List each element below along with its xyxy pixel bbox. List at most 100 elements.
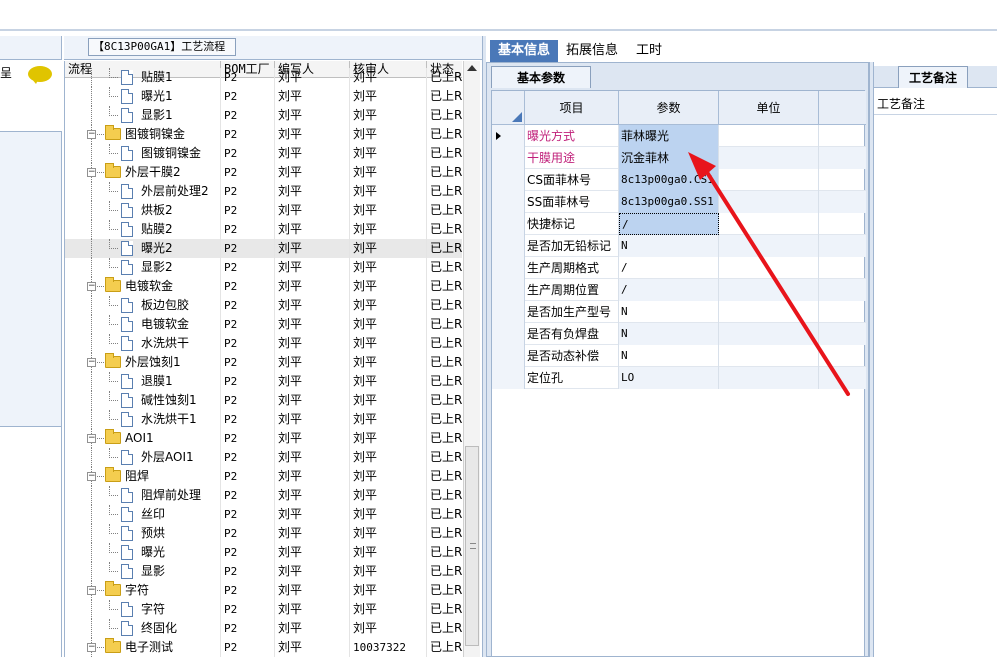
- tab-work-hours[interactable]: 工时: [628, 40, 670, 62]
- param-value-cell[interactable]: N: [619, 301, 719, 323]
- param-row[interactable]: 生产周期位置 /: [492, 279, 866, 301]
- tree-item-row[interactable]: 贴膜2 P2 刘平 刘平 已上R: [65, 220, 462, 239]
- collapse-icon[interactable]: −: [87, 130, 96, 139]
- tree-item-row[interactable]: 板边包胶 P2 刘平 刘平 已上R: [65, 296, 462, 315]
- param-unit-cell[interactable]: [719, 147, 819, 169]
- tree-item-row[interactable]: 烘板2 P2 刘平 刘平 已上R: [65, 201, 462, 220]
- collapse-icon[interactable]: −: [87, 168, 96, 177]
- comment-icon[interactable]: [28, 66, 52, 84]
- param-row[interactable]: 定位孔 LO: [492, 367, 866, 389]
- param-row[interactable]: SS面菲林号 8c13p00ga0.SS1: [492, 191, 866, 213]
- param-unit-cell[interactable]: [719, 323, 819, 345]
- param-value-cell[interactable]: N: [619, 323, 719, 345]
- row-header[interactable]: [492, 323, 525, 345]
- param-unit-cell[interactable]: [719, 125, 819, 147]
- tree-folder-row[interactable]: − 外层蚀刻1 P2 刘平 刘平 已上R: [65, 353, 462, 372]
- tree-item-row[interactable]: 曝光2 P2 刘平 刘平 已上R: [65, 239, 462, 258]
- row-header[interactable]: [492, 213, 525, 235]
- param-row[interactable]: 是否动态补偿 N: [492, 345, 866, 367]
- tree-item-row[interactable]: 图镀铜镍金 P2 刘平 刘平 已上R: [65, 144, 462, 163]
- param-unit-cell[interactable]: [719, 279, 819, 301]
- tree-item-row[interactable]: 外层前处理2 P2 刘平 刘平 已上R: [65, 182, 462, 201]
- param-value-cell[interactable]: /: [619, 257, 719, 279]
- collapse-icon[interactable]: −: [87, 282, 96, 291]
- param-unit-cell[interactable]: [719, 235, 819, 257]
- param-value-cell[interactable]: N: [619, 235, 719, 257]
- flow-panel-tab[interactable]: 【8C13P00GA1】工艺流程: [88, 38, 236, 56]
- tree-folder-row[interactable]: − 外层干膜2 P2 刘平 刘平 已上R: [65, 163, 462, 182]
- param-unit-cell[interactable]: [719, 213, 819, 235]
- param-row[interactable]: 生产周期格式 /: [492, 257, 866, 279]
- tree-folder-row[interactable]: − 字符 P2 刘平 刘平 已上R: [65, 581, 462, 600]
- tab-extended-info[interactable]: 拓展信息: [558, 40, 626, 62]
- param-value-cell[interactable]: /: [619, 213, 719, 235]
- tree-item-row[interactable]: 外层AOI1 P2 刘平 刘平 已上R: [65, 448, 462, 467]
- row-header[interactable]: [492, 257, 525, 279]
- param-unit-cell[interactable]: [719, 367, 819, 389]
- tree-folder-row[interactable]: − 电子测试 P2 刘平 10037322 已上R: [65, 638, 462, 657]
- param-unit-cell[interactable]: [719, 191, 819, 213]
- tree-item-row[interactable]: 显影 P2 刘平 刘平 已上R: [65, 562, 462, 581]
- param-row[interactable]: 是否加无铅标记 N: [492, 235, 866, 257]
- tree-folder-row[interactable]: − AOI1 P2 刘平 刘平 已上R: [65, 429, 462, 448]
- tree-item-row[interactable]: 丝印 P2 刘平 刘平 已上R: [65, 505, 462, 524]
- tree-folder-row[interactable]: − 阻焊 P2 刘平 刘平 已上R: [65, 467, 462, 486]
- collapse-icon[interactable]: −: [87, 434, 96, 443]
- param-unit-cell[interactable]: [719, 257, 819, 279]
- param-value-cell[interactable]: 沉金菲林: [619, 147, 719, 169]
- tree-item-row[interactable]: 阻焊前处理 P2 刘平 刘平 已上R: [65, 486, 462, 505]
- col-header-item[interactable]: 项目: [525, 91, 619, 125]
- param-value-cell[interactable]: /: [619, 279, 719, 301]
- row-header[interactable]: [492, 147, 525, 169]
- param-row[interactable]: 快捷标记 /: [492, 213, 866, 235]
- scroll-up-icon[interactable]: [467, 65, 477, 71]
- param-value-cell[interactable]: 8c13p00ga0.SS1: [619, 191, 719, 213]
- tree-folder-row[interactable]: − 图镀铜镍金 P2 刘平 刘平 已上R: [65, 125, 462, 144]
- row-header[interactable]: [492, 125, 525, 147]
- tree-item-row[interactable]: 退膜1 P2 刘平 刘平 已上R: [65, 372, 462, 391]
- param-row[interactable]: CS面菲林号 8c13p00ga0.CS1: [492, 169, 866, 191]
- row-header[interactable]: [492, 169, 525, 191]
- param-unit-cell[interactable]: [719, 301, 819, 323]
- param-row[interactable]: 是否加生产型号 N: [492, 301, 866, 323]
- tree-item-row[interactable]: 碱性蚀刻1 P2 刘平 刘平 已上R: [65, 391, 462, 410]
- tree-item-row[interactable]: 终固化 P2 刘平 刘平 已上R: [65, 619, 462, 638]
- collapse-icon[interactable]: −: [87, 586, 96, 595]
- col-header-param[interactable]: 参数: [619, 91, 719, 125]
- collapse-icon[interactable]: −: [87, 358, 96, 367]
- param-row[interactable]: 干膜用途 沉金菲林: [492, 147, 866, 169]
- tree-item-row[interactable]: 水洗烘干 P2 刘平 刘平 已上R: [65, 334, 462, 353]
- param-value-cell[interactable]: 8c13p00ga0.CS1: [619, 169, 719, 191]
- row-header[interactable]: [492, 367, 525, 389]
- tree-item-row[interactable]: 贴膜1 P2 刘平 刘平 已上R: [65, 68, 462, 87]
- row-header[interactable]: [492, 345, 525, 367]
- tree-item-row[interactable]: 电镀软金 P2 刘平 刘平 已上R: [65, 315, 462, 334]
- scroll-thumb[interactable]: [465, 446, 479, 646]
- row-header[interactable]: [492, 279, 525, 301]
- tree-item-row[interactable]: 曝光 P2 刘平 刘平 已上R: [65, 543, 462, 562]
- param-unit-cell[interactable]: [719, 345, 819, 367]
- tree-item-row[interactable]: 曝光1 P2 刘平 刘平 已上R: [65, 87, 462, 106]
- row-header[interactable]: [492, 191, 525, 213]
- tree-item-row[interactable]: 显影1 P2 刘平 刘平 已上R: [65, 106, 462, 125]
- tree-item-row[interactable]: 水洗烘干1 P2 刘平 刘平 已上R: [65, 410, 462, 429]
- collapse-icon[interactable]: −: [87, 643, 96, 652]
- memo-tab[interactable]: 工艺备注: [898, 66, 968, 88]
- subtab-basic-params[interactable]: 基本参数: [491, 66, 591, 88]
- param-value-cell[interactable]: LO: [619, 367, 719, 389]
- row-header[interactable]: [492, 301, 525, 323]
- param-unit-cell[interactable]: [719, 169, 819, 191]
- param-row[interactable]: 是否有负焊盘 N: [492, 323, 866, 345]
- tab-basic-info[interactable]: 基本信息: [490, 40, 559, 62]
- tree-folder-row[interactable]: − 电镀软金 P2 刘平 刘平 已上R: [65, 277, 462, 296]
- tree-item-row[interactable]: 显影2 P2 刘平 刘平 已上R: [65, 258, 462, 277]
- tree-item-row[interactable]: 字符 P2 刘平 刘平 已上R: [65, 600, 462, 619]
- param-value-cell[interactable]: 菲林曝光: [619, 125, 719, 147]
- collapse-icon[interactable]: −: [87, 472, 96, 481]
- tree-item-row[interactable]: 预烘 P2 刘平 刘平 已上R: [65, 524, 462, 543]
- param-value-cell[interactable]: N: [619, 345, 719, 367]
- param-row[interactable]: 曝光方式 菲林曝光: [492, 125, 866, 147]
- flow-scrollbar[interactable]: [463, 61, 480, 657]
- row-header[interactable]: [492, 235, 525, 257]
- col-header-unit[interactable]: 单位: [719, 91, 819, 125]
